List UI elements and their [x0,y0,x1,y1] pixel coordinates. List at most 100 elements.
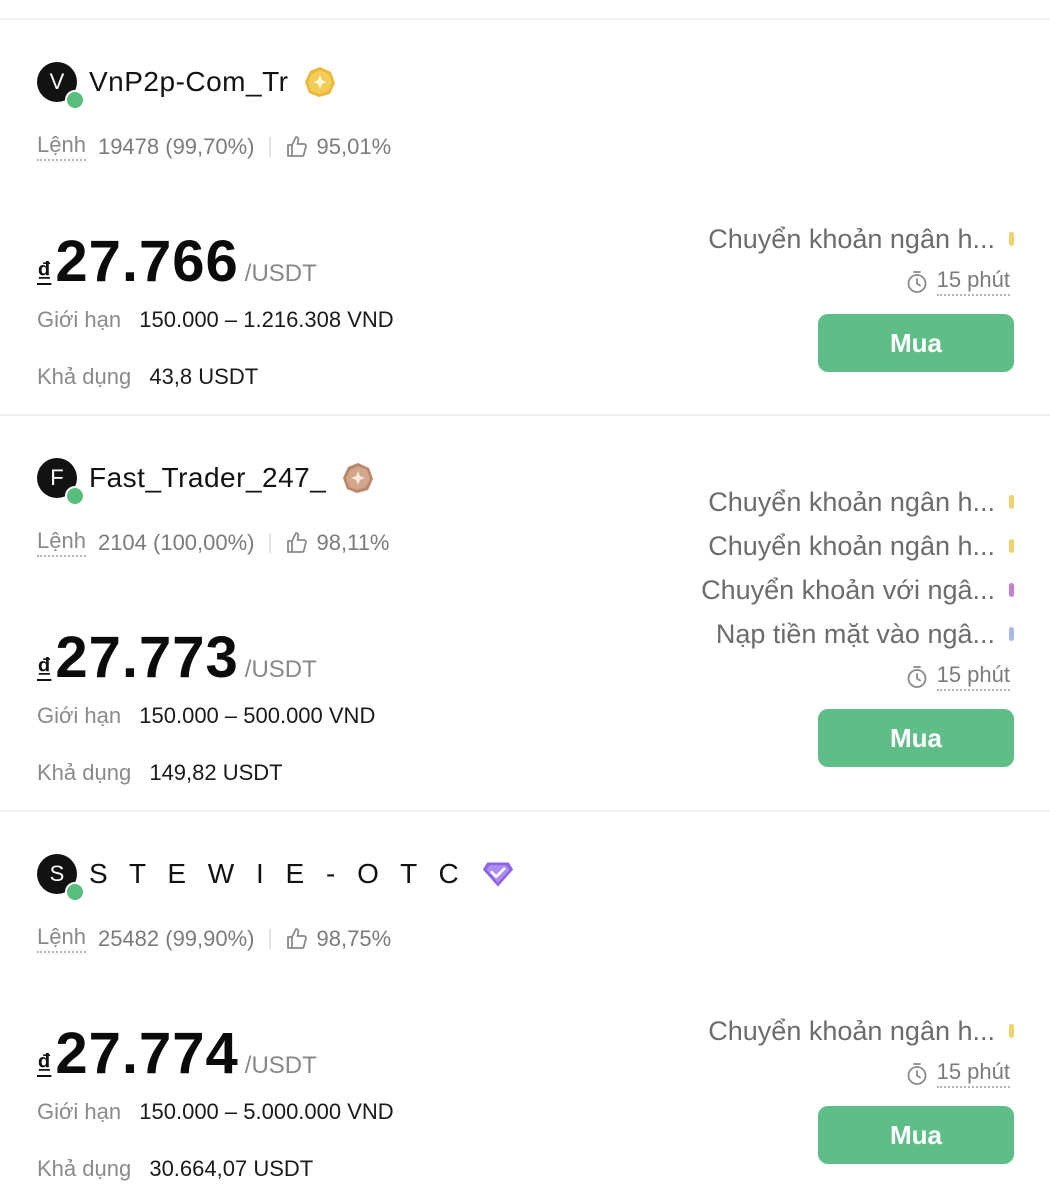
stats-separator [268,928,271,949]
online-status-icon [65,90,85,110]
available-label: Khả dụng [37,760,132,785]
payment-method: Chuyển khoản ngân h... [708,217,1014,261]
payment-method-label: Chuyển khoản ngân h... [708,1015,995,1046]
available-value: 149,82 USDT [149,760,283,785]
payment-method: Nạp tiền mặt vào ngâ... [716,612,1014,656]
payment-color-tag [1009,539,1014,553]
limit-value: 150.000 – 500.000 VND [139,703,376,728]
available-label: Khả dụng [37,1156,132,1181]
merchant-header[interactable]: V VnP2p-Com_Tr [37,62,336,110]
currency-symbol: ₫ [37,256,52,287]
timer-icon [905,270,929,294]
payment-time: 15 phút [905,1059,1010,1088]
avatar-letter: S [49,861,65,886]
available-row: Khả dụng 30.664,07 USDT [37,1156,313,1182]
payment-method-label: Chuyển khoản với ngâ... [701,574,995,605]
payment-method: Chuyển khoản ngân h... [708,1009,1014,1053]
offer-actions: Chuyển khoản ngân h... 15 phút Mua [708,1009,1014,1164]
avatar[interactable]: V [37,62,85,110]
payment-time: 15 phút [905,662,1010,691]
offer-actions: Chuyển khoản ngân h... 15 phút Mua [708,217,1014,372]
payment-method-label: Chuyển khoản ngân h... [708,223,995,254]
currency-symbol: ₫ [37,652,52,683]
merchant-stats: Lệnh 25482 (99,90%) 98,75% [37,924,391,953]
merchant-header[interactable]: S S T E W I E - O T C [37,854,514,902]
payment-time: 15 phút [905,267,1010,296]
avatar-letter: F [50,465,64,490]
merchant-header[interactable]: F Fast_Trader_247_ [37,458,374,506]
orders-count: 2104 (100,00%) [97,529,255,555]
stats-separator [268,136,271,157]
merchant-name[interactable]: S T E W I E - O T C [89,858,466,890]
payment-color-tag [1009,627,1014,641]
merchant-name[interactable]: VnP2p-Com_Tr [89,66,288,98]
available-value: 43,8 USDT [149,364,259,389]
available-row: Khả dụng 43,8 USDT [37,364,258,390]
payment-color-tag [1009,495,1014,509]
offer-card: V VnP2p-Com_Tr Lệnh 19478 (99,70%) 95,01… [0,20,1050,416]
avatar[interactable]: F [37,458,85,506]
orders-label[interactable]: Lệnh [37,924,86,953]
payment-time-value[interactable]: 15 phút [936,662,1010,691]
online-status-icon [65,882,85,902]
currency-symbol: ₫ [37,1048,52,1079]
price-unit: /USDT [244,656,317,683]
payment-method-label: Chuyển khoản ngân h... [708,530,995,561]
limit-label: Giới hạn [37,307,122,332]
avatar[interactable]: S [37,854,85,902]
price: 27.766 [55,229,239,294]
gold-merchant-icon [304,66,336,98]
timer-icon [905,1062,929,1086]
limit-row: Giới hạn 150.000 – 5.000.000 VND [37,1099,394,1125]
payment-method: Chuyển khoản ngân h... [708,524,1014,568]
price-row: ₫ 27.774 /USDT [37,1020,317,1087]
buy-button[interactable]: Mua [818,709,1014,767]
payment-color-tag [1009,583,1014,597]
payment-color-tag [1009,232,1014,246]
limit-row: Giới hạn 150.000 – 500.000 VND [37,703,375,729]
orders-label[interactable]: Lệnh [37,528,86,557]
price-row: ₫ 27.766 /USDT [37,228,317,295]
payment-method-label: Nạp tiền mặt vào ngâ... [715,618,995,649]
merchant-stats: Lệnh 19478 (99,70%) 95,01% [37,132,391,161]
price: 27.774 [55,1021,239,1086]
payment-time-value[interactable]: 15 phút [936,1059,1010,1088]
thumbs-up-icon [285,135,309,159]
price-unit: /USDT [244,260,317,287]
merchant-stats: Lệnh 2104 (100,00%) 98,11% [37,528,390,557]
limit-value: 150.000 – 1.216.308 VND [139,307,394,332]
buy-button[interactable]: Mua [818,314,1014,372]
offer-actions: Chuyển khoản ngân h... Chuyển khoản ngân… [701,480,1014,767]
payment-color-tag [1009,1024,1014,1038]
stats-separator [268,532,271,553]
payment-method: Chuyển khoản với ngâ... [701,568,1014,612]
offer-card: S S T E W I E - O T C Lệnh 25482 (99,90%… [0,812,1050,1200]
available-label: Khả dụng [37,364,132,389]
orders-label[interactable]: Lệnh [37,132,86,161]
price-unit: /USDT [244,1052,317,1079]
orders-count: 19478 (99,70%) [97,133,255,159]
payment-method: Chuyển khoản ngân h... [708,480,1014,524]
limit-value: 150.000 – 5.000.000 VND [139,1099,394,1124]
available-value: 30.664,07 USDT [149,1156,314,1181]
rating: 98,75% [316,925,392,951]
limit-row: Giới hạn 150.000 – 1.216.308 VND [37,307,394,333]
orders-count: 25482 (99,90%) [97,925,255,951]
merchant-name[interactable]: Fast_Trader_247_ [89,462,326,494]
buy-button[interactable]: Mua [818,1106,1014,1164]
payment-time-value[interactable]: 15 phút [936,267,1010,296]
diamond-merchant-icon [482,858,514,890]
limit-label: Giới hạn [37,1099,122,1124]
limit-label: Giới hạn [37,703,122,728]
rating: 98,11% [316,529,390,555]
timer-icon [905,665,929,689]
thumbs-up-icon [285,927,309,951]
avatar-letter: V [49,69,65,94]
rating: 95,01% [316,133,392,159]
thumbs-up-icon [285,531,309,555]
online-status-icon [65,486,85,506]
available-row: Khả dụng 149,82 USDT [37,760,283,786]
bronze-merchant-icon [342,462,374,494]
payment-method-label: Chuyển khoản ngân h... [708,486,995,517]
price: 27.773 [55,625,239,690]
